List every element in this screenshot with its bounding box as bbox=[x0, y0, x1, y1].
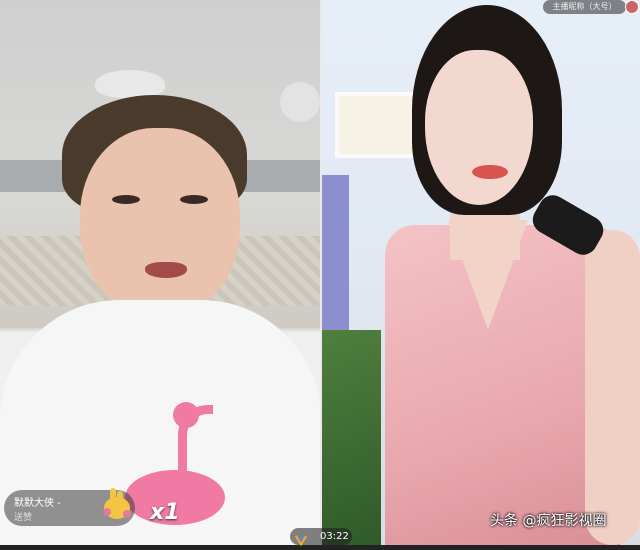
person-face bbox=[425, 50, 533, 205]
streamer-avatar[interactable] bbox=[625, 0, 639, 14]
gift-hand-icon bbox=[99, 482, 135, 522]
background-pillar bbox=[321, 175, 349, 335]
dress-neckline bbox=[448, 220, 528, 330]
ceiling-lamp bbox=[95, 70, 165, 98]
person-mouth bbox=[145, 262, 187, 278]
flamingo-print bbox=[173, 402, 199, 428]
streamer-name-tag[interactable]: 主播昵称（大号） bbox=[543, 0, 626, 14]
person-lips bbox=[472, 165, 508, 179]
watermark: 头条 @疯狂影视圈 bbox=[490, 513, 607, 529]
gift-sender-name: 默默大侠 - bbox=[14, 498, 61, 509]
person-eye bbox=[112, 195, 140, 204]
person-eye bbox=[180, 195, 208, 204]
background-plant bbox=[321, 330, 381, 545]
person-face bbox=[80, 128, 240, 318]
person-arm bbox=[585, 230, 640, 545]
left-video-feed bbox=[0, 0, 321, 545]
gift-description: 送赞 bbox=[14, 513, 33, 523]
stream-time: 03:22 bbox=[320, 531, 349, 542]
gift-count: x1 bbox=[150, 500, 180, 525]
app-logo-icon bbox=[294, 531, 308, 547]
ceiling-lamp bbox=[280, 82, 320, 122]
split-divider bbox=[320, 0, 322, 545]
